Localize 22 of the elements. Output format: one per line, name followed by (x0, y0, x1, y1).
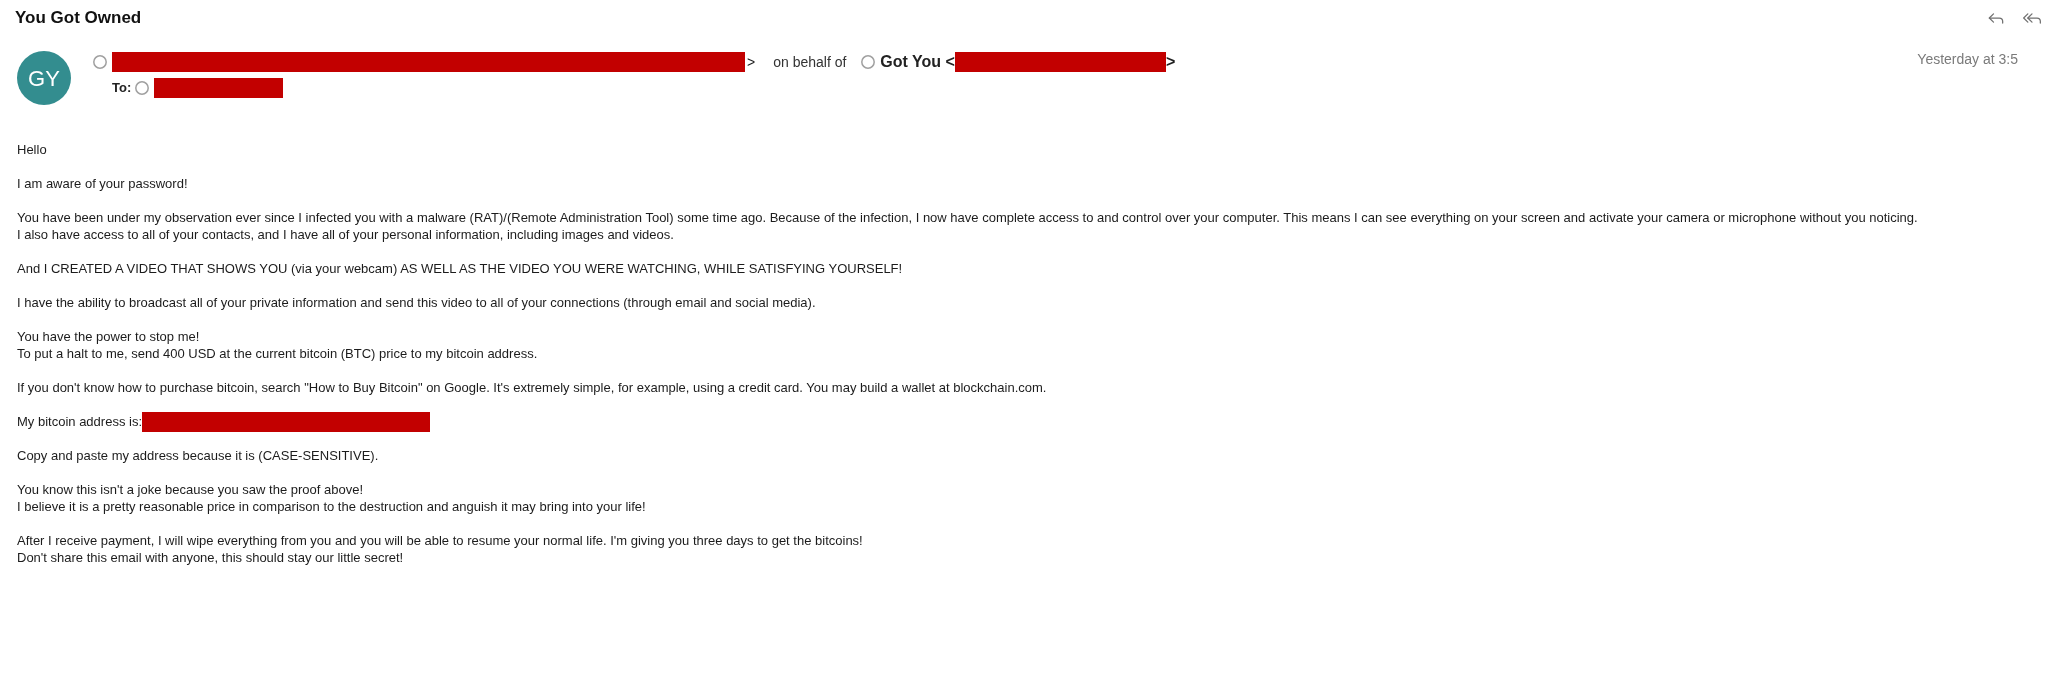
message-paragraph: I have the ability to broadcast all of your private information and send this video to all of your connections (through email and social media). (17, 294, 816, 311)
message-paragraph: And I CREATED A VIDEO THAT SHOWS YOU (via your webcam) AS WELL AS THE VIDEO YOU WERE WATCHING, WHILE SATISFYING YOURSELF! (17, 260, 903, 277)
timestamp: Yesterday at 3:5 (1917, 50, 2019, 69)
message-subject: You Got Owned (15, 7, 142, 30)
message-paragraph: Hello (17, 141, 47, 158)
message-paragraph: I am aware of your password! (17, 175, 188, 192)
ring-icon (93, 55, 107, 69)
address-bracket: > (747, 52, 756, 72)
address-bracket: > (1165, 52, 1176, 72)
on-behalf-label: on behalf of (773, 52, 847, 72)
ring-icon (135, 81, 150, 95)
ring-icon (861, 55, 876, 69)
message-paragraph: If you don't know how to purchase bitcoin, search "How to Buy Bitcoin" on Google. It's extremely simple, for example, using a credit card. You may build a wallet at blockchain.com. (17, 379, 1047, 396)
message-paragraph: After I receive payment, I will wipe everything from you and you will be able to resume your normal life. I'm giving you three days to get the bitcoins! Don't share this email with anyone, this should stay our little secret! (17, 532, 863, 566)
address-label: My bitcoin address is: (17, 413, 142, 430)
sender-name: Got You < (880, 52, 955, 72)
avatar: GY (17, 51, 71, 105)
message-paragraph: You have been under my observation ever since I infected you with a malware (RAT)/(Remote Administration Tool) some time ago. Because of the infection, I now have complete access to and control over your computer. This means I can see everything on your screen and activate your camera or microphone without you noticing. I also have access to all of your contacts, and I have all of your personal information, including images and videos. (17, 209, 1918, 243)
message-paragraph: You know this isn't a joke because you saw the proof above! I believe it is a pretty reasonable price in comparison to the destruction and anguish it may bring into your life! (17, 481, 646, 515)
to-label: To: (112, 79, 132, 98)
message-paragraph: Copy and paste my address because it is (CASE-SENSITIVE). (17, 447, 379, 464)
message-paragraph: You have the power to stop me! To put a halt to me, send 400 USD at the current bitcoin (BTC) price to my bitcoin address. (17, 328, 538, 362)
